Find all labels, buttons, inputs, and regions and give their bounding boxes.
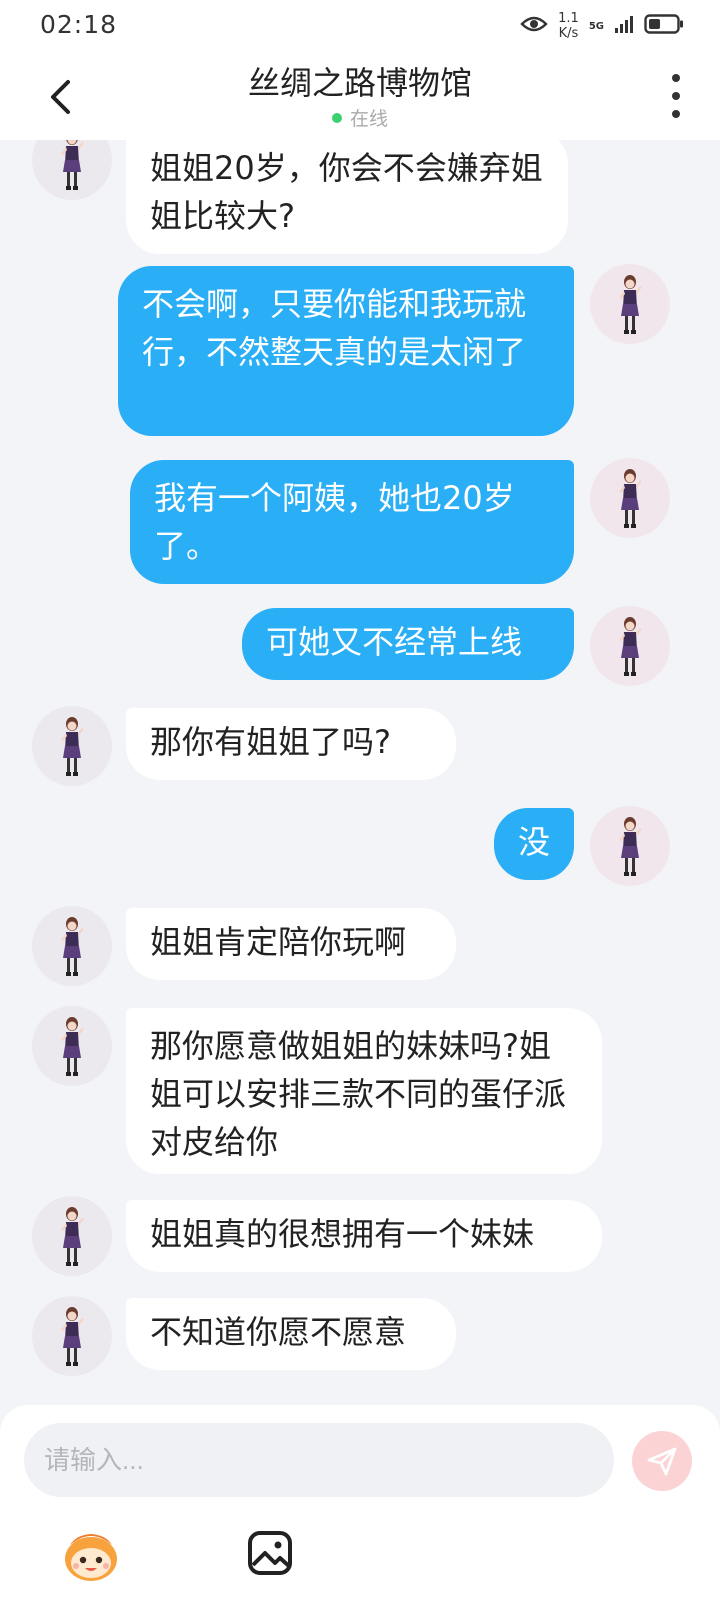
chat-header: 丝绸之路博物馆 在线 — [0, 52, 720, 140]
avatar-character-image — [61, 917, 84, 976]
emoji-icon — [65, 1534, 117, 1581]
online-status-label: 在线 — [349, 108, 388, 130]
my-avatar[interactable] — [590, 606, 670, 686]
message-bubble[interactable]: 没 — [494, 808, 574, 880]
contact-avatar[interactable] — [32, 906, 112, 986]
contact-avatar[interactable] — [32, 1296, 112, 1376]
contact-avatar[interactable] — [32, 706, 112, 786]
message-bubble[interactable]: 姐姐20岁，你会不会嫌弃姐姐比较大? — [126, 140, 568, 254]
contact-avatar[interactable] — [32, 140, 112, 200]
battery-icon — [644, 13, 684, 39]
chat-messages[interactable]: 姐姐20岁，你会不会嫌弃姐姐比较大? 不会啊，只要你能和我玩就行，不然整天真的是… — [0, 140, 720, 1405]
more-options-button[interactable] — [666, 74, 686, 118]
message-input[interactable] — [24, 1423, 614, 1497]
network-speed-value: 1.1 — [558, 11, 579, 26]
avatar-character-image — [619, 469, 642, 528]
message-bubble[interactable]: 那你愿意做姐姐的妹妹吗?姐姐可以安排三款不同的蛋仔派对皮给你 — [126, 1008, 602, 1174]
message-bubble[interactable]: 那你有姐姐了吗? — [126, 708, 456, 780]
signal-icon — [614, 14, 634, 38]
image-button[interactable] — [246, 1529, 298, 1581]
avatar-character-image — [61, 1017, 84, 1076]
chat-title: 丝绸之路博物馆 — [247, 64, 472, 102]
avatar-character-image — [619, 275, 642, 334]
contact-avatar[interactable] — [32, 1196, 112, 1276]
network-type: 5G — [588, 20, 604, 32]
contact-avatar[interactable] — [32, 1006, 112, 1086]
avatar-character-image — [61, 1307, 84, 1366]
avatar-character-image — [619, 817, 642, 876]
send-button[interactable] — [632, 1431, 692, 1491]
online-status: 在线 — [0, 104, 720, 131]
avatar-character-image — [61, 717, 84, 776]
network-speed: 1.1 K/s — [558, 11, 579, 41]
more-dot — [672, 92, 680, 100]
status-bar: 02:18 1.1 K/s 5G — [0, 0, 720, 52]
message-bubble[interactable]: 不会啊，只要你能和我玩就行，不然整天真的是太闲了 — [118, 266, 574, 436]
message-bubble[interactable]: 不知道你愿不愿意 — [126, 1298, 456, 1370]
status-time: 02:18 — [40, 10, 118, 39]
online-dot-icon — [331, 112, 342, 123]
send-icon — [647, 1447, 677, 1476]
more-dot — [672, 110, 680, 118]
input-bar — [0, 1405, 720, 1612]
message-bubble[interactable]: 可她又不经常上线 — [242, 608, 574, 680]
avatar-character-image — [619, 617, 642, 676]
avatar-character-image — [61, 1207, 84, 1266]
message-bubble[interactable]: 我有一个阿姨，她也20岁了。 — [130, 460, 574, 584]
eye-icon — [520, 14, 548, 38]
my-avatar[interactable] — [590, 806, 670, 886]
status-indicators: 1.1 K/s 5G — [520, 8, 684, 44]
my-avatar[interactable] — [590, 264, 670, 344]
image-icon — [248, 1531, 292, 1575]
network-speed-unit: K/s — [558, 26, 579, 41]
avatar-character-image — [61, 140, 84, 190]
my-avatar[interactable] — [590, 458, 670, 538]
message-bubble[interactable]: 姐姐肯定陪你玩啊 — [126, 908, 456, 980]
more-vertical-icon — [672, 74, 680, 82]
emoji-button[interactable] — [60, 1525, 122, 1587]
message-bubble[interactable]: 姐姐真的很想拥有一个妹妹 — [126, 1200, 602, 1272]
